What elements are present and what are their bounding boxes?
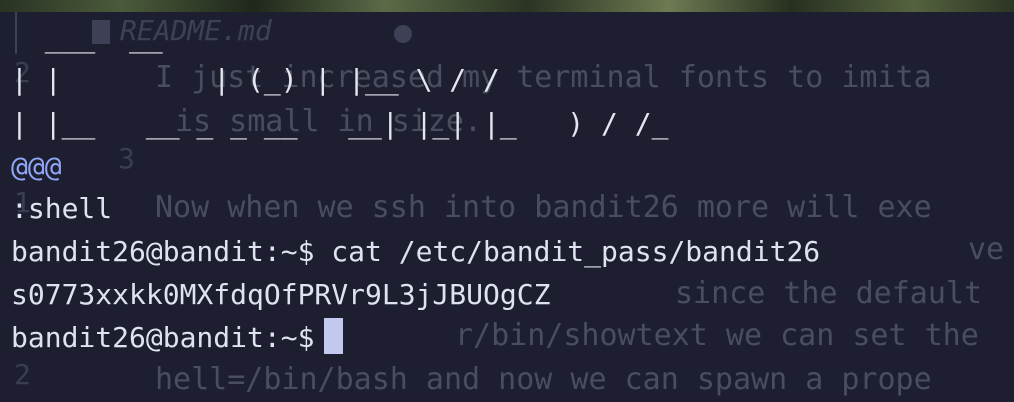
desktop-wallpaper-strip (0, 0, 1014, 12)
shell-prompt: bandit26@bandit:~$ (11, 235, 315, 268)
mode-line: :shell (11, 192, 113, 225)
command-text: cat /etc/bandit_pass/bandit26 (331, 235, 821, 268)
ascii-art-line: ___ __ (11, 21, 163, 54)
command-line: bandit26@bandit:~$ cat /etc/bandit_pass/… (11, 230, 820, 273)
shell-prompt: bandit26@bandit:~$ (11, 321, 315, 354)
ascii-art-line: | | | (_) | |__ \ / / (11, 63, 500, 96)
ascii-art-line: | |__ __ _ _ __ __| |_| |_ ) / /_ (11, 107, 669, 140)
input-line[interactable]: bandit26@bandit:~$ (11, 316, 344, 359)
terminal-cursor[interactable] (324, 318, 344, 354)
prompt-marker: @@@ (11, 150, 62, 183)
command-output: s0773xxkk0MXfdqOfPRVr9L3jJBUOgCZ (11, 278, 551, 311)
